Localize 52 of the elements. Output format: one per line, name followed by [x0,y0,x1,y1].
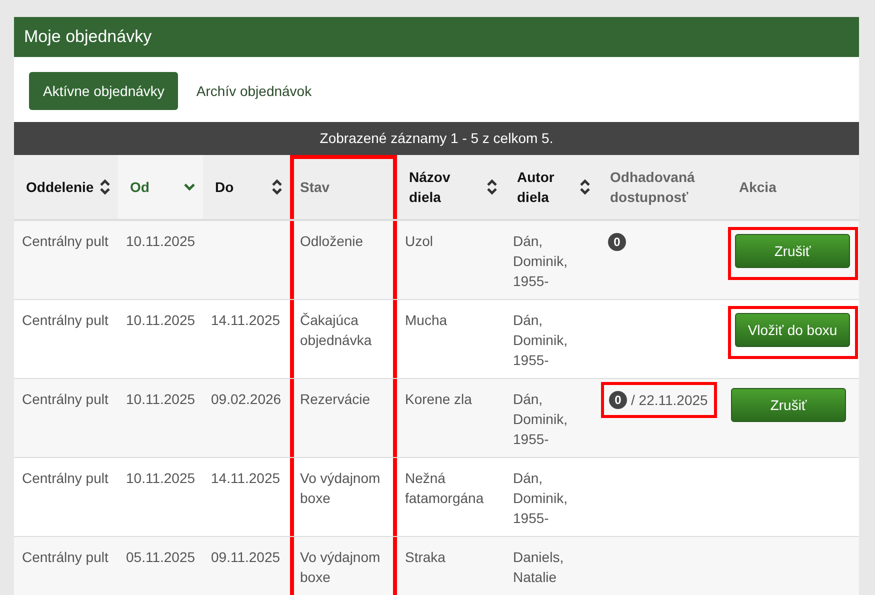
panel-title: Moje objednávky [24,27,152,47]
tab[interactable]: Archív objednávok [182,72,326,110]
table-cell: 14.11.2025 [211,312,280,328]
table-cell: Vo výdajnom boxe [300,470,380,506]
sort-descending-icon [184,183,195,191]
action-button[interactable]: Zrušiť [731,388,846,422]
table-cell: Centrálny pult [22,312,108,328]
action-button[interactable]: Vložiť do boxu [735,313,850,347]
table-cell: Nežná fatamorgána [405,470,484,506]
action-button[interactable]: Zrušiť [735,234,850,268]
table-cell: Centrálny pult [22,233,108,249]
column-header[interactable]: Oddelenie [14,155,118,220]
table-cell: 09.11.2025 [211,549,280,565]
table-cell: 10.11.2025 [126,470,196,486]
sort-icon [272,179,282,195]
sort-icon [580,179,590,195]
table-cell: Dán, Dominik, 1955- [513,391,568,447]
column-header: Stav [290,155,397,220]
table-cell: 05.11.2025 [126,549,196,565]
table-cell: Odloženie [300,233,364,249]
column-header[interactable]: Názov diela [397,155,505,220]
table-cell: Centrálny pult [22,470,108,486]
table-cell: Dán, Dominik, 1955- [513,312,568,368]
table-cell: Čakajúca objednávka [300,312,372,348]
table-cell: Dán, Dominik, 1955- [513,470,568,526]
availability-date: / 22.11.2025 [631,391,708,410]
table-cell: 10.11.2025 [126,391,196,407]
table-cell: 09.02.2026 [211,391,282,407]
table-cell: Mucha [405,312,448,328]
table-cell: Korene zla [405,391,472,407]
table-cell: Centrálny pult [22,391,108,407]
records-info-bar: Zobrazené záznamy 1 - 5 z celkom 5. [14,122,859,155]
tab[interactable]: Aktívne objednávky [29,72,178,110]
table-cell: 10.11.2025 [126,312,196,328]
table-cell: 10.11.2025 [126,233,196,249]
count-badge: 0 [609,391,627,409]
table-cell: Rezervácie [300,391,370,407]
table-cell: Uzol [405,233,434,249]
sort-icon [487,179,497,195]
column-header[interactable]: Do [203,155,290,220]
table-cell: Dán, Dominik, 1955- [513,233,568,289]
table-cell: Centrálny pult [22,549,108,565]
column-header: Akcia [727,155,859,220]
table-cell: Daniels, Natalie [513,549,564,585]
sort-icon [100,179,110,195]
column-header: Odhadovaná dostupnosť [598,155,727,220]
column-header[interactable]: Od [118,155,203,220]
table-cell: Vo výdajnom boxe [300,549,380,585]
table-cell: 14.11.2025 [211,470,280,486]
column-header[interactable]: Autor diela [505,155,598,220]
count-badge: 0 [608,233,626,251]
table-cell: Straka [405,549,446,565]
